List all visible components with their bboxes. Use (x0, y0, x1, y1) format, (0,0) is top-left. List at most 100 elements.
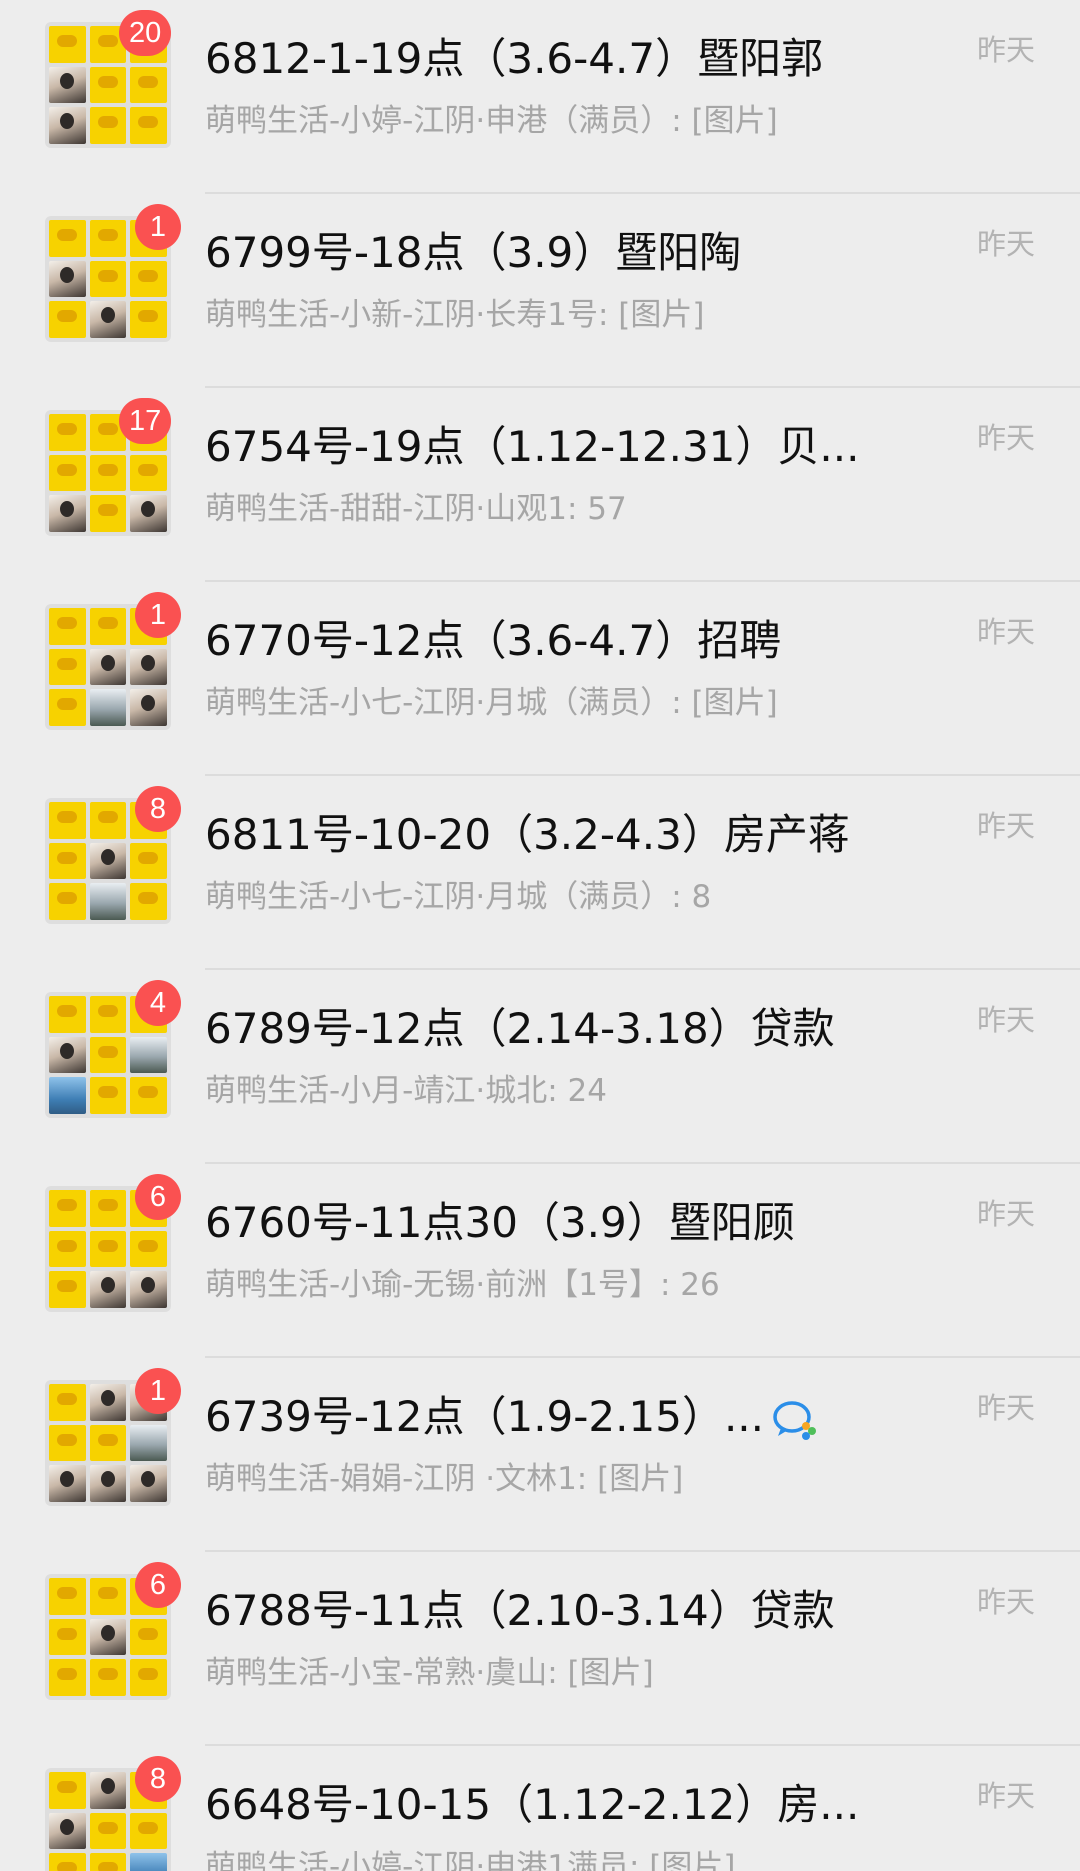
avatar-duck-tile (89, 495, 127, 532)
chat-row[interactable]: 6 6760号-11点30（3.9）暨阳顾 萌鸭生活-小瑜-无锡·前洲【1号】: 2… (0, 1164, 1080, 1358)
avatar-duck-tile (49, 608, 86, 645)
avatar-duck-tile (89, 107, 127, 144)
avatar-duck-tile (89, 1424, 127, 1462)
avatar-duck-tile (49, 1230, 86, 1268)
avatar-person-tile (89, 1271, 127, 1308)
unread-badge: 6 (135, 1562, 181, 1608)
avatar-duck-tile (49, 1772, 86, 1809)
chat-row[interactable]: 1 6799号-18点（3.9）暨阳陶萌鸭生活-小新-江阴·长寿1号: [图片] 昨… (0, 194, 1080, 388)
avatar-duck-tile (49, 689, 86, 726)
avatar-person-tile (89, 842, 127, 880)
chat-timestamp: 昨天 (976, 1779, 1035, 1813)
chat-title: 6754号-19点（1.12-12.31）贝... (205, 418, 895, 476)
chat-row[interactable]: 17 6754号-19点（1.12-12.31）贝... 萌鸭生活-甜甜-江阴·山观… (0, 388, 1080, 582)
chat-timestamp: 昨天 (976, 227, 1035, 261)
avatar-person-tile (130, 1271, 167, 1308)
last-message-preview: 萌鸭生活-小瑜-无锡·前洲【1号】: 26 (205, 1267, 720, 1303)
avatar-person-tile (49, 260, 86, 298)
avatar-duck-tile (49, 454, 86, 492)
avatar-person-tile (49, 1812, 86, 1850)
avatar-duck-tile (49, 883, 86, 920)
avatar-duck-tile (89, 802, 127, 839)
chat-timestamp: 昨天 (976, 1003, 1035, 1037)
avatar-duck-tile (130, 883, 167, 920)
avatar-duck-tile (89, 220, 127, 257)
unread-badge: 8 (135, 1756, 181, 1802)
avatar-scene-tile (89, 689, 127, 726)
chat-title-text: 6739号-12点（1.9-2.15）... (205, 1392, 765, 1441)
chat-row[interactable]: 1 6739号-12点（1.9-2.15）... 萌鸭生活-娟娟-江阴 ·文林1: … (0, 1358, 1080, 1552)
avatar-duck-tile (130, 842, 167, 880)
unread-badge: 1 (135, 204, 181, 250)
chat-title-text: 6788号-11点（2.10-3.14）贷款 (205, 1586, 835, 1635)
chat-row[interactable]: 4 6789号-12点（2.14-3.18）贷款 萌鸭生活-小月-靖江·城北: 24… (0, 970, 1080, 1164)
avatar-duck-tile (89, 608, 127, 645)
chat-row[interactable]: 1 6770号-12点（3.6-4.7）招聘 萌鸭生活-小七-江阴·月城（满员）: … (0, 582, 1080, 776)
avatar-duck-tile (130, 1618, 167, 1656)
avatar-duck-tile (49, 1578, 86, 1615)
avatar-duck-tile (49, 842, 86, 880)
last-message-preview: 萌鸭生活-小宝-常熟·虞山: [图片] (205, 1655, 654, 1691)
chat-title-text: 6811号-10-20（3.2-4.3）房产蒋 (205, 810, 850, 859)
avatar-duck-tile (89, 1230, 127, 1268)
avatar-duck-tile (130, 454, 167, 492)
chat-list: 20 6812-1-19点（3.6-4.7）暨阳郭萌鸭生活-小婷-江阴·申港（满员… (0, 0, 1080, 1871)
work-chat-icon (773, 1400, 817, 1440)
chat-title: 6799号-18点（3.9）暨阳陶 (205, 224, 895, 282)
avatar-scene-tile (130, 1424, 167, 1462)
chat-row[interactable]: 20 6812-1-19点（3.6-4.7）暨阳郭萌鸭生活-小婷-江阴·申港（满员… (0, 0, 1080, 194)
avatar-duck-tile (130, 1077, 167, 1114)
unread-badge: 17 (119, 398, 172, 444)
avatar-duck-tile (89, 1190, 127, 1227)
last-message-preview: 萌鸭生活-小新-江阴·长寿1号: [图片] (205, 297, 705, 333)
chat-title-text: 6754号-19点（1.12-12.31）贝... (205, 422, 860, 471)
last-message-preview: 萌鸭生活-娟娟-江阴 ·文林1: [图片] (205, 1461, 684, 1497)
avatar-duck-tile (89, 454, 127, 492)
last-message-preview: 萌鸭生活-甜甜-江阴·山观1: 57 (205, 491, 627, 527)
chat-title: 6770号-12点（3.6-4.7）招聘 (205, 612, 895, 670)
avatar-person-tile (49, 66, 86, 104)
avatar-duck-tile (89, 260, 127, 298)
avatar-person-tile (130, 1465, 167, 1502)
avatar-duck-tile (130, 107, 167, 144)
chat-row[interactable]: 8 6811号-10-20（3.2-4.3）房产蒋 萌鸭生活-小七-江阴·月城（满员… (0, 776, 1080, 970)
avatar-duck-tile (89, 66, 127, 104)
avatar-duck-tile (130, 1812, 167, 1850)
avatar-duck-tile (49, 1659, 86, 1696)
unread-badge: 1 (135, 1368, 181, 1414)
chat-timestamp: 昨天 (976, 33, 1035, 67)
avatar-duck-tile (89, 1077, 127, 1114)
avatar-person-tile (130, 689, 167, 726)
chat-title-text: 6760号-11点30（3.9）暨阳顾 (205, 1198, 795, 1247)
avatar-duck-tile (130, 1230, 167, 1268)
avatar-duck-tile (89, 1853, 127, 1871)
chat-row[interactable]: 8 6648号-10-15（1.12-2.12）房... 萌鸭生活-小婷-江阴·申港… (0, 1746, 1080, 1871)
avatar-scene-tile (89, 883, 127, 920)
avatar-person-tile (49, 1465, 86, 1502)
avatar-duck-tile (49, 996, 86, 1033)
avatar-duck-tile (49, 220, 86, 257)
chat-title: 6760号-11点30（3.9）暨阳顾 (205, 1194, 895, 1252)
chat-title: 6812-1-19点（3.6-4.7）暨阳郭 (205, 30, 895, 88)
avatar-person-tile (89, 1384, 127, 1421)
chat-timestamp: 昨天 (976, 1391, 1035, 1425)
avatar-duck-tile (49, 1618, 86, 1656)
avatar-duck-tile (49, 1384, 86, 1421)
unread-badge: 20 (119, 10, 172, 56)
avatar-duck-tile (49, 414, 86, 451)
last-message-preview: 萌鸭生活-小婷-江阴·申港（满员）: [图片] (205, 103, 778, 139)
unread-badge: 8 (135, 786, 181, 832)
avatar-person-tile (130, 495, 167, 532)
avatar-duck-tile (49, 648, 86, 686)
avatar-duck-tile (130, 301, 167, 338)
chat-title: 6811号-10-20（3.2-4.3）房产蒋 (205, 806, 895, 864)
chat-row[interactable]: 6 6788号-11点（2.10-3.14）贷款萌鸭生活-小宝-常熟·虞山: [图… (0, 1552, 1080, 1746)
last-message-preview: 萌鸭生活-小婷-江阴·申港1满员: [图片] (205, 1849, 736, 1871)
chat-title: 6739号-12点（1.9-2.15）... (205, 1388, 895, 1446)
avatar-duck-tile (49, 1424, 86, 1462)
avatar-person-tile (89, 1772, 127, 1809)
avatar-scene-tile (130, 1036, 167, 1074)
avatar-person-tile (49, 495, 86, 532)
chat-timestamp: 昨天 (976, 421, 1035, 455)
avatar-duck-tile (89, 1578, 127, 1615)
